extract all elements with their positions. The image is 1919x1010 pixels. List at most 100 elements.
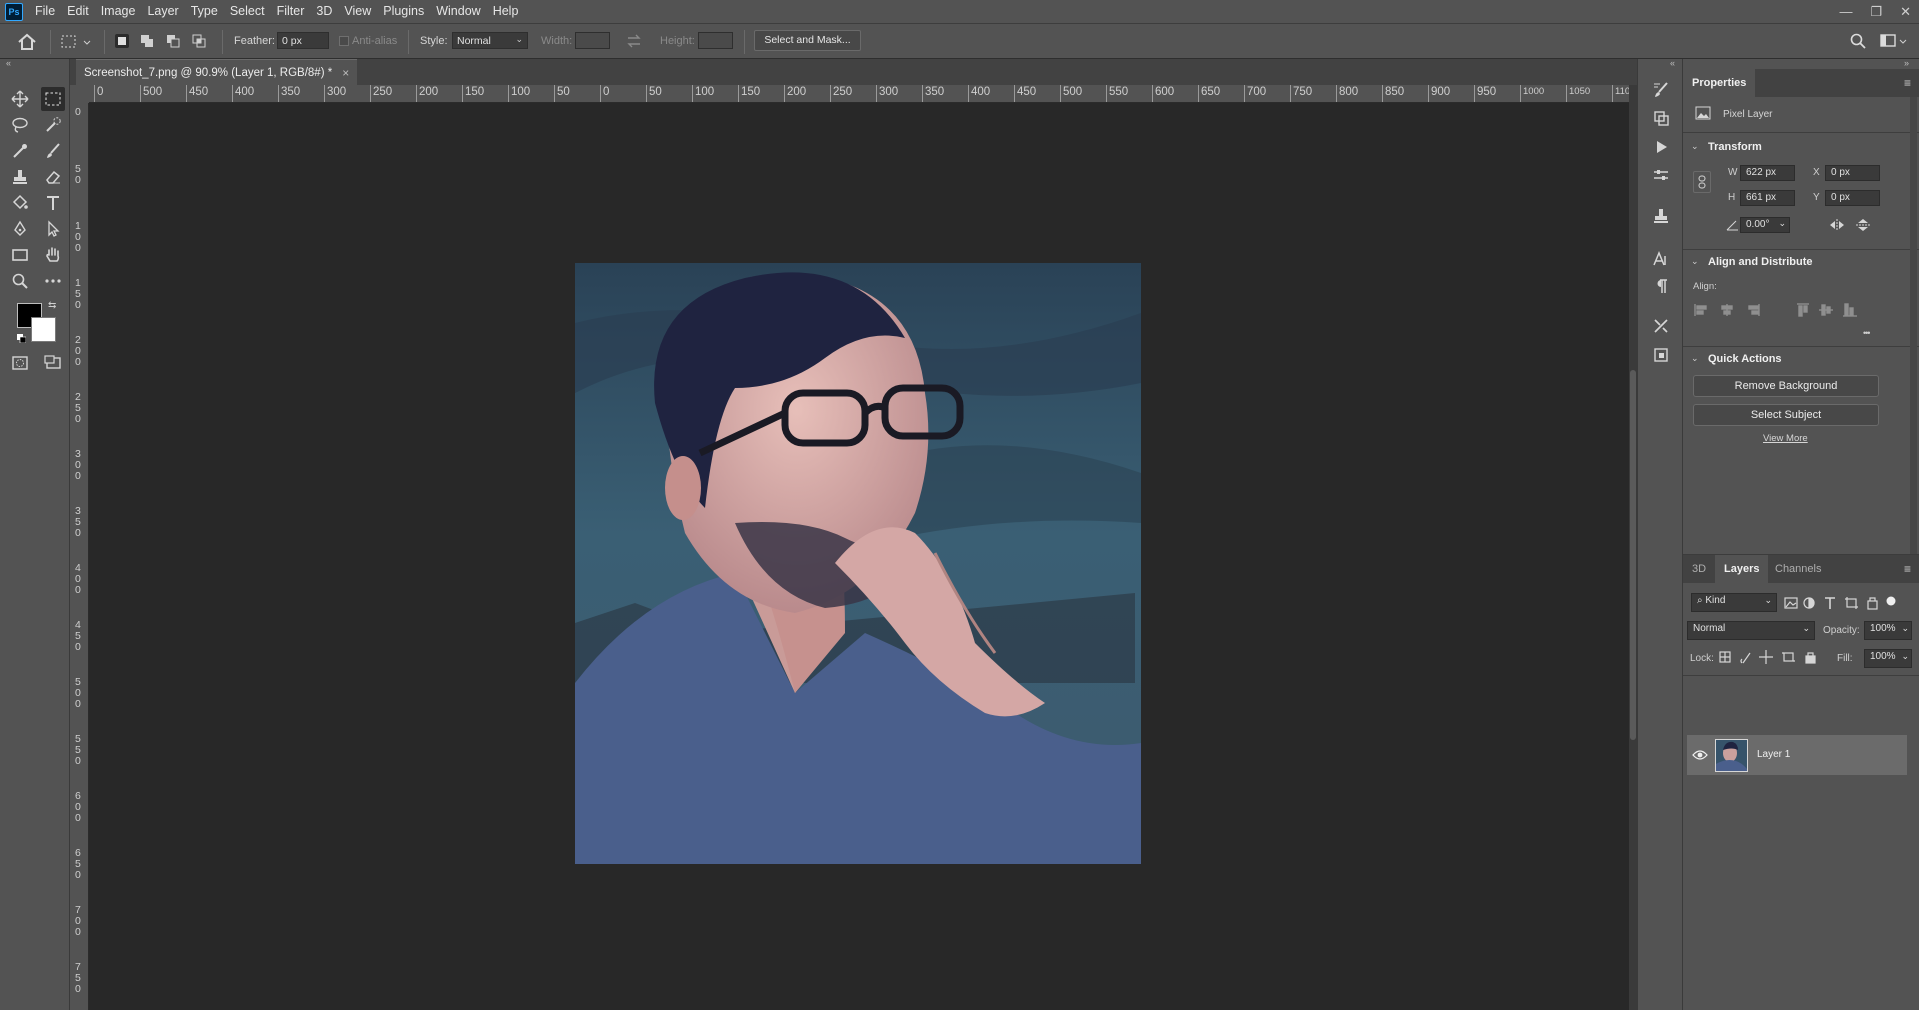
- menu-edit[interactable]: Edit: [61, 0, 95, 23]
- menu-filter[interactable]: Filter: [271, 0, 311, 23]
- y-field[interactable]: 0 px: [1825, 190, 1880, 206]
- marquee-preset-icon[interactable]: [60, 33, 94, 51]
- properties-scrollbar[interactable]: [1910, 97, 1917, 567]
- tab-3d[interactable]: 3D: [1683, 555, 1715, 583]
- tab-layers[interactable]: Layers: [1715, 555, 1769, 583]
- menu-plugins[interactable]: Plugins: [377, 0, 430, 23]
- height-input[interactable]: [698, 32, 733, 49]
- subtract-from-selection-icon[interactable]: [166, 34, 180, 48]
- remove-background-button[interactable]: Remove Background: [1693, 375, 1879, 397]
- more-tools-icon[interactable]: [41, 269, 65, 293]
- vertical-ruler[interactable]: 0 5 0 1 0 0 1 5 0 2 0 0 2 5 0 3 0 0 3 5 0 4 0 0 4…: [70, 103, 89, 1010]
- collapse-panels-icon[interactable]: »: [1904, 58, 1909, 68]
- add-to-selection-icon[interactable]: [140, 34, 154, 48]
- zoom-tool-icon[interactable]: [8, 269, 32, 293]
- swap-colors-icon[interactable]: ⇆: [48, 300, 56, 311]
- minimize-button[interactable]: —: [1839, 4, 1852, 19]
- height-field[interactable]: 661 px: [1740, 190, 1795, 206]
- x-field[interactable]: 0 px: [1825, 165, 1880, 181]
- menu-type[interactable]: Type: [185, 0, 224, 23]
- actions-play-icon[interactable]: [1649, 135, 1673, 159]
- align-section-title[interactable]: Align and Distribute: [1708, 256, 1813, 268]
- quick-selection-tool-icon[interactable]: [41, 113, 65, 137]
- document-image[interactable]: [575, 263, 1141, 864]
- restore-button[interactable]: ❐: [1870, 4, 1882, 20]
- type-tool-icon[interactable]: [41, 191, 65, 215]
- adjustments-icon[interactable]: [1649, 163, 1673, 187]
- document-tab[interactable]: Screenshot_7.png @ 90.9% (Layer 1, RGB/8…: [76, 59, 358, 85]
- intersect-selection-icon[interactable]: [192, 34, 206, 48]
- menu-layer[interactable]: Layer: [141, 0, 184, 23]
- brush-tool-icon[interactable]: [41, 139, 65, 163]
- background-color-swatch[interactable]: [31, 317, 56, 342]
- menu-help[interactable]: Help: [487, 0, 525, 23]
- quick-actions-chevron-icon[interactable]: ⌄: [1691, 353, 1699, 364]
- style-select[interactable]: Normal ⌄: [452, 32, 528, 49]
- properties-menu-icon[interactable]: ≡: [1904, 76, 1911, 90]
- swap-dimensions-icon[interactable]: [625, 33, 643, 49]
- pen-tool-icon[interactable]: [8, 217, 32, 241]
- select-and-mask-button[interactable]: Select and Mask...: [754, 30, 861, 51]
- character-icon[interactable]: [1649, 247, 1673, 271]
- menu-3d[interactable]: 3D: [310, 0, 338, 23]
- path-selection-tool-icon[interactable]: [41, 217, 65, 241]
- align-chevron-icon[interactable]: ⌄: [1691, 256, 1699, 267]
- tool-presets-icon[interactable]: [1649, 314, 1673, 338]
- menu-select[interactable]: Select: [224, 0, 271, 23]
- transform-section-title[interactable]: Transform: [1708, 141, 1762, 153]
- collapse-icons-icon[interactable]: «: [1670, 58, 1675, 68]
- kind-filter-select[interactable]: ⌕ Kind ⌄: [1691, 593, 1777, 612]
- libraries-icon[interactable]: [1649, 343, 1673, 367]
- hand-tool-icon[interactable]: [41, 243, 65, 267]
- lasso-tool-icon[interactable]: [8, 113, 32, 137]
- layers-menu-icon[interactable]: ≡: [1904, 562, 1911, 576]
- paint-bucket-tool-icon[interactable]: [8, 191, 32, 215]
- antialias-checkbox[interactable]: [339, 36, 349, 46]
- search-icon[interactable]: [1849, 32, 1867, 50]
- clone-stamp-tool-icon[interactable]: [8, 165, 32, 189]
- eraser-tool-icon[interactable]: [41, 165, 65, 189]
- rectangular-marquee-tool-icon[interactable]: [41, 87, 65, 111]
- crop-eyedropper-tool-icon[interactable]: [8, 139, 32, 163]
- quick-mask-icon[interactable]: [8, 351, 32, 375]
- rectangle-tool-icon[interactable]: [8, 243, 32, 267]
- eye-visibility-icon[interactable]: [1692, 749, 1708, 761]
- vertical-scrollbar-thumb[interactable]: [1630, 370, 1636, 740]
- width-field[interactable]: 622 px: [1740, 165, 1795, 181]
- quick-actions-title[interactable]: Quick Actions: [1708, 353, 1782, 365]
- flip-vertical-icon[interactable]: [1855, 218, 1871, 232]
- fill-field[interactable]: 100% ⌄: [1864, 649, 1912, 668]
- lock-icons[interactable]: [1717, 649, 1827, 665]
- brush-settings-icon[interactable]: [1649, 78, 1673, 102]
- paragraph-icon[interactable]: [1649, 274, 1673, 298]
- feather-input[interactable]: 0 px: [277, 32, 329, 49]
- view-more-link[interactable]: View More: [1763, 433, 1808, 444]
- menu-view[interactable]: View: [338, 0, 377, 23]
- layer-filter-icons[interactable]: [1783, 595, 1913, 611]
- screen-mode-icon[interactable]: [41, 351, 65, 375]
- move-tool-icon[interactable]: [8, 87, 32, 111]
- blend-mode-select[interactable]: Normal ⌄: [1687, 621, 1815, 640]
- opacity-field[interactable]: 100% ⌄: [1864, 621, 1912, 640]
- select-subject-button[interactable]: Select Subject: [1693, 404, 1879, 426]
- layer-row[interactable]: Layer 1: [1687, 735, 1907, 775]
- menu-image[interactable]: Image: [95, 0, 142, 23]
- transform-chevron-icon[interactable]: ⌄: [1691, 141, 1699, 152]
- default-colors-icon[interactable]: [17, 334, 26, 343]
- menu-file[interactable]: File: [29, 0, 61, 23]
- flip-horizontal-icon[interactable]: [1829, 218, 1845, 232]
- stamp-presets-icon[interactable]: [1649, 204, 1673, 228]
- close-document-icon[interactable]: ×: [342, 66, 349, 80]
- menu-window[interactable]: Window: [430, 0, 486, 23]
- home-icon[interactable]: [16, 32, 38, 52]
- width-input[interactable]: [575, 32, 610, 49]
- workspace-switcher-icon[interactable]: [1879, 32, 1909, 50]
- align-more-icon[interactable]: •••: [1863, 328, 1871, 338]
- new-selection-icon[interactable]: [115, 34, 129, 48]
- clone-source-icon[interactable]: [1649, 106, 1673, 130]
- tab-channels[interactable]: Channels: [1766, 555, 1830, 583]
- layer-name[interactable]: Layer 1: [1757, 749, 1790, 760]
- collapse-toolbar-icon[interactable]: «: [6, 58, 11, 68]
- horizontal-ruler[interactable]: 0 500 450 400 350 300 250 200 150 100 50 0 50 100 150 2…: [89, 85, 1629, 103]
- link-dimensions-icon[interactable]: [1693, 171, 1711, 193]
